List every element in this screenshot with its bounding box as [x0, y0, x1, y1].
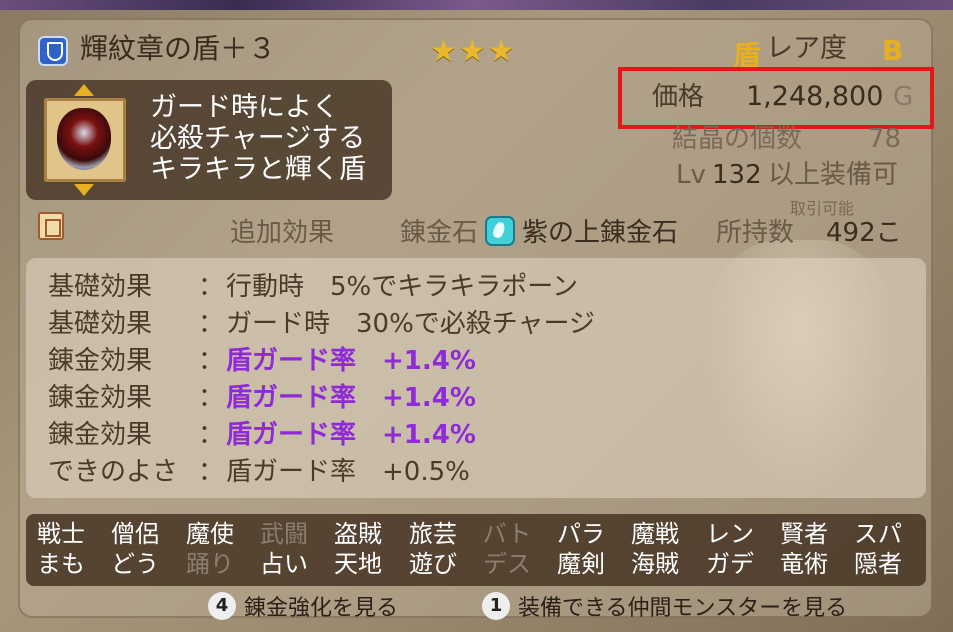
job-cell: まも: [37, 550, 85, 578]
effect-value: 盾ガード率 +1.4%: [226, 383, 476, 413]
effect-label: できのよさ: [48, 457, 179, 487]
crystal-value: 78: [868, 124, 902, 154]
job-cell: 魔戦: [631, 520, 679, 548]
equipment-detail-screen: { "item": { "name": "輝紋章の盾＋３", "stars": …: [0, 0, 953, 632]
button-1-icon: 1: [482, 592, 510, 620]
effect-value: 盾ガード率 +1.4%: [226, 346, 476, 376]
level-suffix: 以上装備可: [768, 160, 899, 190]
effect-label: 錬金効果: [48, 420, 153, 450]
alchemy-stone-label: 錬金石: [400, 218, 479, 248]
button-4-icon: 4: [208, 592, 236, 620]
owned-count: 492こ: [826, 218, 902, 248]
description-line: キラキラと輝く盾: [150, 154, 366, 185]
item-name: 輝紋章の盾＋３: [80, 32, 277, 65]
description-line: ガード時によく: [150, 92, 339, 123]
effect-separator: ：: [198, 272, 225, 302]
job-cell: 遊び: [409, 550, 457, 578]
job-cell: 天地: [334, 550, 382, 578]
price-label: 価格: [652, 82, 705, 112]
effect-value: 盾ガード率 +1.4%: [226, 420, 476, 450]
job-cell: デス: [483, 550, 531, 578]
job-cell: どう: [111, 550, 159, 578]
job-cell: 踊り: [186, 550, 234, 578]
effect-value: 盾ガード率 +0.5%: [226, 457, 470, 487]
level-value: 132: [712, 160, 762, 190]
job-cell: 魔剣: [557, 550, 605, 578]
level-label: Lv: [676, 160, 706, 190]
job-cell: バト: [482, 520, 532, 548]
effect-separator: ：: [198, 420, 225, 450]
job-cell: 戦士: [37, 520, 85, 548]
rarity-stars: ★★★: [430, 34, 517, 69]
effect-label: 基礎効果: [48, 309, 153, 339]
job-cell: 海賊: [631, 550, 679, 578]
price-unit: G: [893, 82, 914, 112]
price-value: 1,248,800: [746, 81, 884, 112]
description-line: 必殺チャージする: [150, 123, 366, 154]
book-icon[interactable]: [38, 212, 64, 240]
crystal-label: 結晶の個数: [672, 124, 803, 154]
arrow-up-icon[interactable]: [74, 84, 94, 96]
job-cell: 魔使: [186, 520, 234, 548]
effect-label: 基礎効果: [48, 272, 153, 302]
item-image: [44, 98, 126, 182]
effect-separator: ：: [198, 346, 225, 376]
job-cell: 竜術: [780, 550, 828, 578]
rarity-label: レア度: [766, 33, 847, 64]
effect-separator: ：: [198, 457, 225, 487]
job-cell: 隠者: [854, 550, 902, 578]
job-cell: 武闘: [260, 520, 308, 548]
job-cell: 旅芸: [409, 520, 457, 548]
job-cell: 賢者: [780, 520, 828, 548]
view-equippable-monsters-button[interactable]: 装備できる仲間モンスターを見る: [518, 590, 847, 622]
job-cell: 盗賊: [334, 520, 382, 548]
alchemy-stone-name: 紫の上錬金石: [522, 218, 679, 248]
job-cell: ガデ: [706, 550, 754, 578]
effect-label: 錬金効果: [48, 383, 153, 413]
effect-label: 錬金効果: [48, 346, 153, 376]
alchemy-stone-icon: [485, 216, 515, 246]
top-decoration: [0, 0, 953, 10]
shield-category-icon: [38, 36, 68, 66]
item-description: ガード時によく 必殺チャージする キラキラと輝く盾: [150, 92, 366, 185]
owned-label: 所持数: [716, 218, 795, 248]
rarity-grade: B: [882, 34, 904, 67]
job-cell: パラ: [557, 520, 605, 548]
effect-value: ガード時 30%で必殺チャージ: [226, 309, 596, 339]
job-cell: レン: [706, 520, 754, 548]
effect-value: 行動時 5%でキラキラポーン: [226, 272, 578, 302]
job-cell: 僧侶: [111, 520, 159, 548]
effect-separator: ：: [198, 309, 225, 339]
job-cell: 占い: [260, 550, 308, 578]
extra-effect-label: 追加効果: [230, 218, 335, 248]
shield-item-icon: [57, 108, 111, 170]
job-cell: スパ: [854, 520, 902, 548]
view-alchemy-enhance-button[interactable]: 錬金強化を見る: [244, 590, 398, 622]
effect-separator: ：: [198, 383, 225, 413]
arrow-down-icon[interactable]: [74, 184, 94, 196]
